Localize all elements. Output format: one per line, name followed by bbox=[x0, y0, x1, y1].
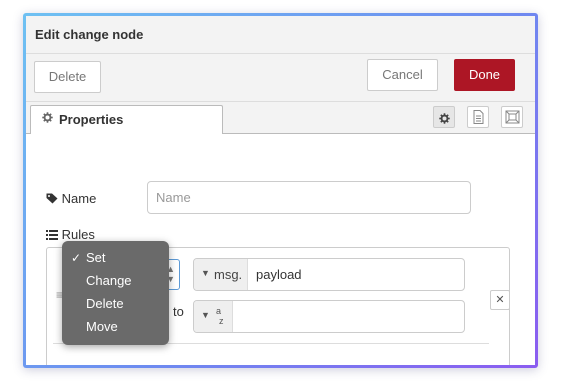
check-icon: ✓ bbox=[71, 251, 82, 265]
menu-item-delete[interactable]: Delete bbox=[62, 293, 169, 315]
delete-button[interactable]: Delete bbox=[34, 61, 101, 93]
property-type-button[interactable]: ▼ msg. bbox=[194, 259, 248, 290]
rule-to-label: to bbox=[173, 304, 184, 319]
caret-down-icon: ▼ bbox=[201, 310, 210, 320]
property-type-label: msg. bbox=[214, 267, 243, 282]
gear-icon bbox=[42, 112, 53, 126]
name-label: Name bbox=[46, 191, 96, 206]
appearance-tab-button[interactable] bbox=[501, 106, 523, 128]
cancel-button[interactable]: Cancel bbox=[367, 59, 438, 91]
rules-label-text: Rules bbox=[61, 227, 95, 242]
tab-properties-label: Properties bbox=[59, 112, 124, 127]
remove-rule-button[interactable]: ✕ bbox=[490, 290, 509, 310]
property-value: payload bbox=[256, 267, 302, 282]
dialog-header: Edit change node bbox=[26, 16, 535, 54]
description-tab-button[interactable] bbox=[467, 106, 489, 128]
tag-icon bbox=[46, 191, 62, 206]
settings-tab-button[interactable] bbox=[433, 106, 455, 128]
rules-label: Rules bbox=[46, 227, 95, 242]
close-icon: ✕ bbox=[495, 294, 505, 306]
name-field[interactable] bbox=[147, 181, 471, 214]
done-button[interactable]: Done bbox=[454, 59, 515, 91]
rule-value-input[interactable]: ▼ a z bbox=[193, 300, 465, 333]
menu-item-move[interactable]: Move bbox=[62, 316, 169, 338]
list-icon bbox=[46, 227, 62, 242]
dialog-title: Edit change node bbox=[35, 27, 144, 42]
value-type-button[interactable]: ▼ a z bbox=[194, 301, 233, 332]
string-type-icon: a z bbox=[216, 306, 224, 326]
caret-down-icon: ▼ bbox=[201, 268, 210, 278]
tab-properties[interactable]: Properties bbox=[30, 105, 223, 134]
screenshot-stage: Edit change node Delete Cancel Done Prop… bbox=[0, 0, 562, 384]
gear-icon bbox=[439, 111, 450, 129]
name-label-text: Name bbox=[61, 191, 97, 206]
menu-item-change[interactable]: Change bbox=[62, 270, 169, 292]
rule-property-input[interactable]: ▼ msg. payload bbox=[193, 258, 465, 291]
menu-item-set[interactable]: ✓ Set bbox=[62, 247, 169, 269]
description-icon bbox=[473, 110, 484, 129]
appearance-icon bbox=[505, 110, 520, 129]
dialog-toolbar: Delete Cancel Done bbox=[26, 54, 535, 102]
tab-bar: Properties bbox=[26, 102, 535, 134]
action-dropdown-menu: ✓ Set Change Delete Move bbox=[62, 241, 169, 345]
